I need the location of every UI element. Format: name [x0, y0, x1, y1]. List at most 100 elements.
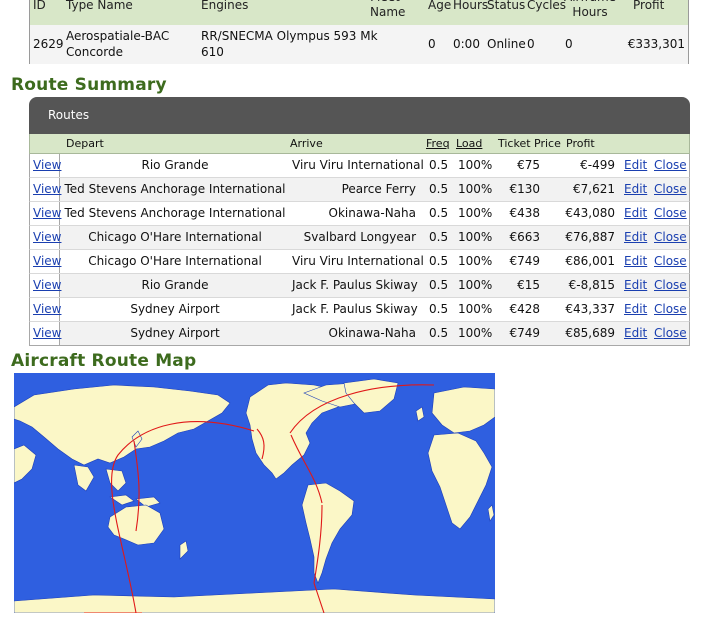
route-arrive: Pearce Ferry [341, 182, 416, 196]
route-map [13, 373, 496, 614]
aircraft-type-line2: Concorde [66, 45, 123, 59]
close-route-link[interactable]: Close [654, 278, 687, 293]
view-cell: View [30, 250, 61, 273]
close-route-link[interactable]: Close [654, 206, 687, 221]
view-cell: View [30, 274, 61, 297]
route-arrive: Viru Viru International [292, 254, 424, 268]
view-cell: View [30, 202, 61, 225]
route-depart: Ted Stevens Anchorage International [64, 182, 286, 196]
route-arrive: Svalbard Longyear [303, 230, 416, 244]
close-route-link[interactable]: Close [654, 326, 687, 341]
view-route-link[interactable]: View [33, 182, 61, 196]
route-load: 100% [458, 278, 493, 292]
aircraft-profit: €333,301 [627, 37, 685, 51]
route-profit: €76,887 [565, 230, 615, 244]
route-arrive: Jack F. Paulus Skiway [292, 302, 418, 316]
close-route-link[interactable]: Close [654, 254, 687, 269]
route-ticket-price: €438 [509, 206, 540, 220]
route-ticket-price: €75 [517, 158, 540, 172]
route-row: View Chicago O'Hare International Svalbard… [29, 226, 690, 250]
route-arrive: Viru Viru International [292, 158, 424, 172]
header-id: ID [33, 0, 46, 12]
route-load: 100% [458, 326, 493, 340]
route-summary-title: Route Summary [11, 75, 167, 95]
route-profit: €43,080 [565, 206, 615, 220]
edit-route-link[interactable]: Edit [624, 278, 647, 293]
edit-route-link[interactable]: Edit [624, 254, 647, 269]
view-cell: View [30, 226, 61, 249]
aircraft-cycles: 0 [527, 37, 535, 51]
routes-panel: Routes Depart Arrive Freq Load Ticket Pr… [29, 97, 690, 346]
route-row: View Sydney Airport Okinawa-Naha 0.5 100% €74… [29, 322, 690, 346]
view-route-link[interactable]: View [33, 302, 61, 316]
route-ticket-price: €428 [509, 302, 540, 316]
route-freq: 0.5 [429, 206, 449, 220]
header-cycles: Cycles [527, 0, 567, 12]
view-cell: View [30, 178, 61, 201]
edit-route-link[interactable]: Edit [624, 158, 647, 173]
view-route-link[interactable]: View [33, 206, 61, 220]
route-row: View Rio Grande Jack F. Paulus Skiway 0.5 10… [29, 274, 690, 298]
route-load: 100% [458, 206, 493, 220]
sort-load-link[interactable]: Load [456, 136, 482, 151]
view-route-link[interactable]: View [33, 254, 61, 268]
route-row: View Rio Grande Viru Viru International 0.5… [29, 154, 690, 178]
aircraft-id: 2629 [33, 37, 64, 51]
route-ticket-price: €663 [509, 230, 540, 244]
header-airframe-hours: Airframe Hours [564, 0, 616, 19]
route-profit: €86,001 [565, 254, 615, 268]
route-depart: Rio Grande [141, 158, 209, 172]
view-route-link[interactable]: View [33, 230, 61, 244]
edit-route-link[interactable]: Edit [624, 230, 647, 245]
edit-route-link[interactable]: Edit [624, 206, 647, 221]
route-ticket-price: €749 [509, 254, 540, 268]
route-freq: 0.5 [429, 326, 449, 340]
view-cell: View [30, 298, 61, 321]
view-route-link[interactable]: View [33, 326, 61, 340]
route-ticket-price: €15 [517, 278, 540, 292]
route-arrive: Okinawa-Naha [328, 326, 416, 340]
sort-freq-link[interactable]: Freq [426, 136, 450, 151]
route-profit: €-499 [580, 158, 615, 172]
aircraft-table-header: ID Type Name Engines Fleet Name Age Hour… [30, 0, 688, 26]
route-freq: 0.5 [429, 182, 449, 196]
routes-panel-title: Routes [48, 108, 90, 122]
route-rows: View Rio Grande Viru Viru International 0.5… [29, 154, 690, 346]
route-depart: Chicago O'Hare International [88, 230, 262, 244]
route-row: View Ted Stevens Anchorage International P… [29, 178, 690, 202]
route-depart: Sydney Airport [130, 326, 220, 340]
aircraft-engines-line1: RR/SNECMA Olympus 593 Mk [201, 29, 378, 43]
route-load: 100% [458, 254, 493, 268]
edit-route-link[interactable]: Edit [624, 302, 647, 317]
route-freq: 0.5 [429, 254, 449, 268]
edit-route-link[interactable]: Edit [624, 182, 647, 197]
route-freq: 0.5 [429, 230, 449, 244]
route-depart: Rio Grande [141, 278, 209, 292]
header-type-name: Type Name [66, 0, 133, 12]
aircraft-airframe-hours: 0 [565, 37, 573, 51]
close-route-link[interactable]: Close [654, 302, 687, 317]
aircraft-engines-line2: 610 [201, 45, 224, 59]
view-route-link[interactable]: View [33, 158, 61, 172]
route-ticket-price: €749 [509, 326, 540, 340]
close-route-link[interactable]: Close [654, 158, 687, 173]
view-cell: View [30, 154, 61, 177]
close-route-link[interactable]: Close [654, 230, 687, 245]
route-profit: €-8,815 [568, 278, 615, 292]
route-freq: 0.5 [429, 302, 449, 316]
close-route-link[interactable]: Close [654, 182, 687, 197]
route-profit: €7,621 [573, 182, 615, 196]
view-cell: View [30, 322, 61, 345]
route-depart: Sydney Airport [130, 302, 220, 316]
route-depart: Chicago O'Hare International [88, 254, 262, 268]
route-row: View Ted Stevens Anchorage International O… [29, 202, 690, 226]
header-ticket-price: Ticket Price [498, 137, 561, 150]
aircraft-table: ID Type Name Engines Fleet Name Age Hour… [29, 0, 689, 64]
edit-route-link[interactable]: Edit [624, 326, 647, 341]
aircraft-hours: 0:00 [453, 37, 480, 51]
aircraft-row: 2629 Aerospatiale-BAC Concorde RR/SNECMA… [30, 25, 688, 64]
view-route-link[interactable]: View [33, 278, 61, 292]
route-row: View Sydney Airport Jack F. Paulus Skiway 0… [29, 298, 690, 322]
aircraft-age: 0 [428, 37, 436, 51]
header-fleet-name: Fleet Name [370, 0, 406, 19]
